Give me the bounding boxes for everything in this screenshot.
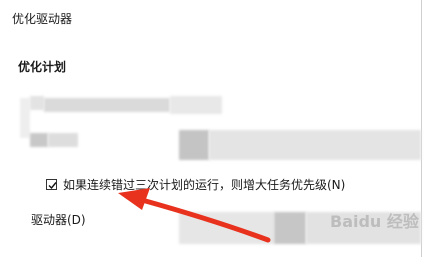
watermark: Baidu 经验 (330, 212, 419, 231)
optimize-drives-window: 优化驱动器 优化计划 如果连续错过三次计划的运行，则增大任务优先级(N) 驱动器… (0, 0, 448, 257)
